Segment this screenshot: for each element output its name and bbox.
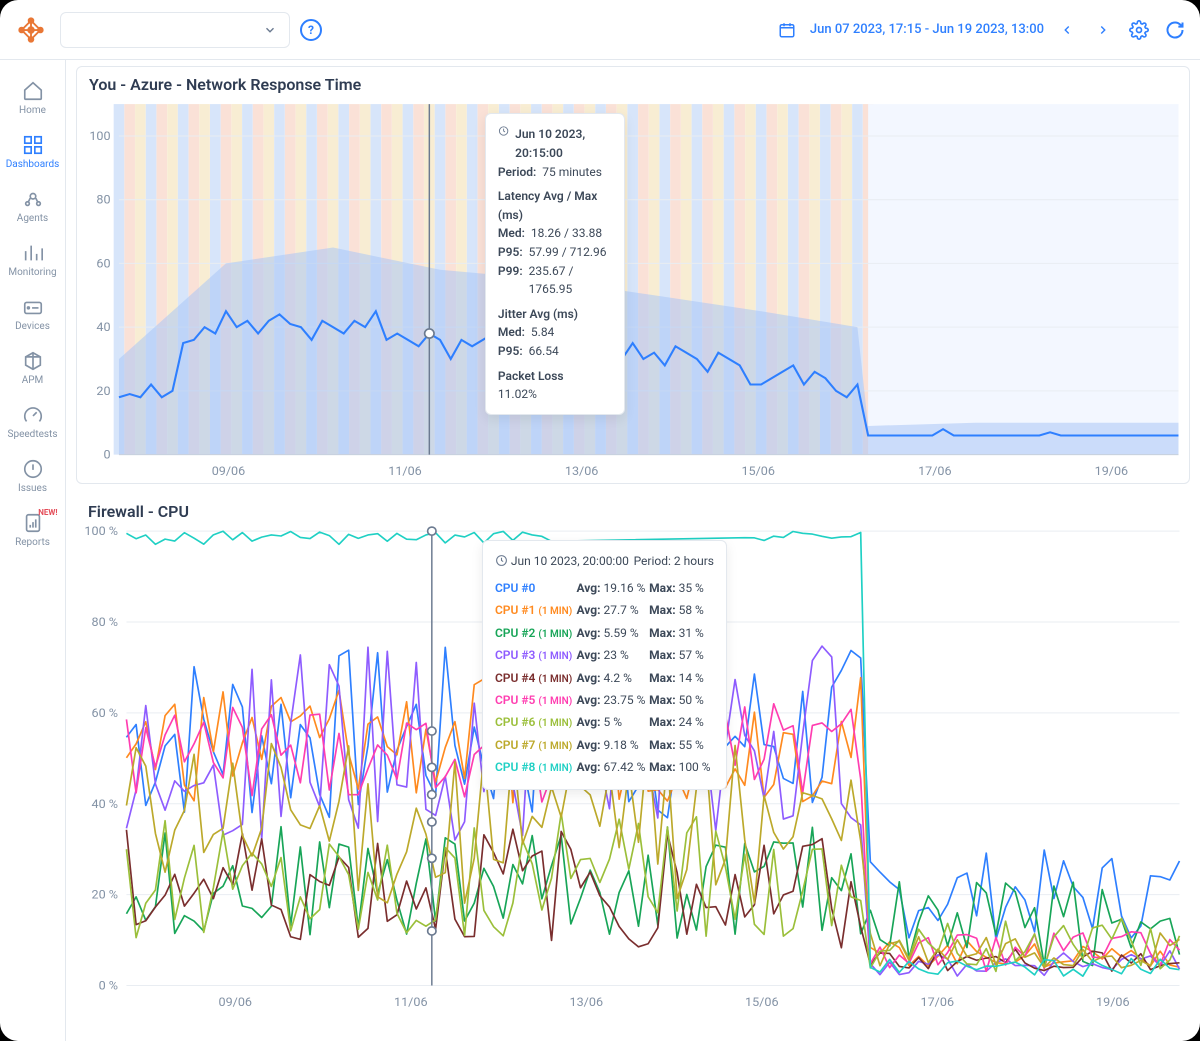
svg-text:0: 0 — [103, 449, 110, 463]
sidebar-item-monitoring[interactable]: Monitoring — [4, 236, 62, 284]
chart-network[interactable]: 0 20 40 60 80 100 09/06 11/06 13/06 15/06 17/06 19/… — [77, 98, 1189, 483]
sidebar-item-label: Speedtests — [8, 429, 58, 440]
app-logo — [12, 11, 50, 49]
sidebar-item-issues[interactable]: Issues — [4, 452, 62, 500]
svg-text:19/06: 19/06 — [1095, 465, 1129, 479]
svg-text:11/06: 11/06 — [388, 465, 422, 479]
sidebar-item-label: APM — [22, 375, 44, 386]
sidebar-item-label: Reports — [15, 537, 50, 548]
chart-cpu[interactable]: 0 % 20 % 40 % 60 % 80 % 100 % 09/06 11/06 13/06 1… — [76, 525, 1190, 1014]
issues-icon — [22, 458, 44, 480]
calendar-icon — [778, 21, 796, 39]
sidebar-item-reports[interactable]: NEW! Reports — [4, 506, 62, 554]
svg-text:13/06: 13/06 — [570, 995, 604, 1010]
settings-button[interactable] — [1126, 17, 1152, 43]
sidebar-item-agents[interactable]: Agents — [4, 182, 62, 230]
svg-text:60: 60 — [96, 258, 110, 272]
next-range-button[interactable] — [1090, 17, 1116, 43]
svg-text:20: 20 — [96, 385, 110, 399]
panel-title: You - Azure - Network Response Time — [77, 67, 1189, 98]
topbar: ? Jun 07 2023, 17:15 - Jun 19 2023, 13:0… — [0, 0, 1200, 60]
svg-text:15/06: 15/06 — [741, 465, 775, 479]
svg-text:80 %: 80 % — [92, 615, 119, 630]
svg-text:09/06: 09/06 — [218, 995, 252, 1010]
home-icon — [22, 80, 44, 102]
svg-text:15/06: 15/06 — [745, 995, 779, 1010]
svg-text:60 %: 60 % — [92, 706, 119, 721]
monitoring-icon — [22, 242, 44, 264]
svg-text:40: 40 — [96, 321, 110, 335]
svg-text:0 %: 0 % — [99, 979, 118, 994]
svg-text:17/06: 17/06 — [918, 465, 952, 479]
apm-icon — [22, 350, 44, 372]
gear-icon — [1129, 20, 1149, 40]
main-content: You - Azure - Network Response Time 0 20 4… — [66, 60, 1200, 1041]
panel-title: Firewall - CPU — [76, 494, 1190, 525]
sidebar-item-label: Agents — [17, 213, 48, 224]
dashboards-icon — [22, 134, 44, 156]
panel-firewall-cpu: Firewall - CPU 0 %20 %40 %60 %80 %100 %0… — [76, 494, 1190, 1014]
sidebar-item-speedtests[interactable]: Speedtests — [4, 398, 62, 446]
prev-range-button[interactable] — [1054, 17, 1080, 43]
sidebar-item-label: Devices — [15, 321, 50, 332]
date-range-text: Jun 07 2023, 17:15 - Jun 19 2023, 13:00 — [810, 22, 1044, 37]
svg-text:80: 80 — [96, 194, 110, 208]
refresh-button[interactable] — [1162, 17, 1188, 43]
agents-icon — [22, 188, 44, 210]
chevron-down-icon — [263, 23, 277, 37]
svg-text:19/06: 19/06 — [1096, 995, 1130, 1010]
sidebar-item-label: Issues — [18, 483, 47, 494]
app-frame: ? Jun 07 2023, 17:15 - Jun 19 2023, 13:0… — [0, 0, 1200, 1041]
svg-text:17/06: 17/06 — [921, 995, 955, 1010]
speedtests-icon — [22, 404, 44, 426]
sidebar-item-label: Dashboards — [6, 159, 60, 170]
svg-text:100 %: 100 % — [84, 525, 118, 539]
sidebar-item-home[interactable]: Home — [4, 74, 62, 122]
panel-network-response-time: You - Azure - Network Response Time 0 20 4… — [76, 66, 1190, 484]
dashboard-select[interactable] — [60, 12, 290, 48]
svg-text:11/06: 11/06 — [394, 995, 428, 1010]
refresh-icon — [1165, 20, 1185, 40]
svg-text:13/06: 13/06 — [565, 465, 599, 479]
date-range-picker[interactable]: Jun 07 2023, 17:15 - Jun 19 2023, 13:00 — [778, 21, 1044, 39]
help-icon[interactable]: ? — [300, 19, 322, 41]
sidebar-item-devices[interactable]: Devices — [4, 290, 62, 338]
svg-text:100: 100 — [89, 130, 110, 144]
sidebar: Home Dashboards Agents Monitoring Devices APM… — [0, 60, 66, 1041]
svg-text:20 %: 20 % — [92, 888, 119, 903]
svg-text:09/06: 09/06 — [212, 465, 246, 479]
sidebar-item-apm[interactable]: APM — [4, 344, 62, 392]
sidebar-item-dashboards[interactable]: Dashboards — [4, 128, 62, 176]
sidebar-item-label: Monitoring — [8, 267, 56, 278]
devices-icon — [22, 296, 44, 318]
svg-text:40 %: 40 % — [92, 797, 119, 812]
sidebar-item-label: Home — [19, 105, 46, 116]
new-badge: NEW! — [38, 508, 57, 517]
